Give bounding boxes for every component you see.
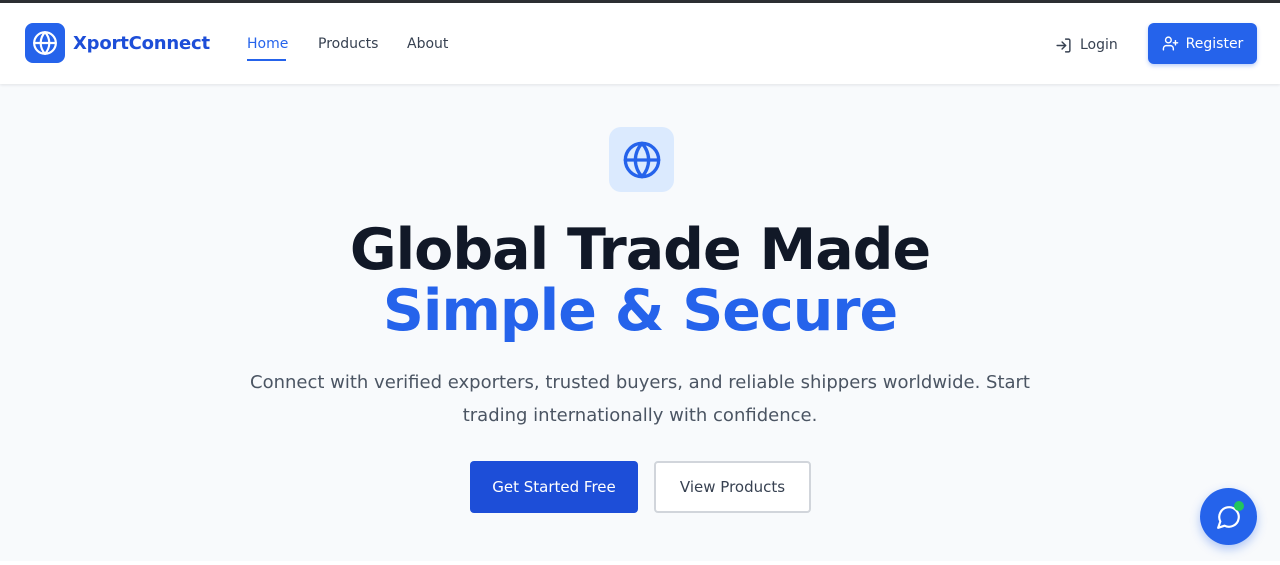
register-button[interactable]: Register bbox=[1148, 23, 1257, 64]
nav-link-home[interactable]: Home bbox=[247, 36, 288, 52]
brand-logo[interactable] bbox=[25, 23, 65, 63]
hero-subtitle: Connect with verified exporters, trusted… bbox=[250, 372, 1030, 426]
nav-active-indicator bbox=[247, 59, 286, 61]
register-label: Register bbox=[1185, 35, 1244, 52]
login-icon bbox=[1056, 37, 1071, 53]
nav-link-about[interactable]: About bbox=[407, 36, 448, 52]
brand-name[interactable]: XportConnect bbox=[73, 33, 210, 54]
hero-icon-badge bbox=[609, 127, 674, 192]
online-status-dot bbox=[1234, 501, 1244, 511]
login-button[interactable]: Login bbox=[1055, 35, 1118, 55]
chat-button[interactable] bbox=[1200, 488, 1257, 545]
globe-icon bbox=[623, 141, 660, 178]
hero-title-highlight: Simple & Secure bbox=[382, 278, 898, 344]
hero-title: Global Trade Made bbox=[349, 217, 931, 283]
view-products-button[interactable]: View Products bbox=[654, 461, 811, 513]
navbar: XportConnect Home Products About Login R… bbox=[0, 3, 1280, 84]
user-plus-icon bbox=[1162, 36, 1178, 51]
nav-link-products[interactable]: Products bbox=[318, 36, 378, 52]
section-divider bbox=[0, 561, 1280, 565]
login-label: Login bbox=[1080, 37, 1118, 53]
get-started-button[interactable]: Get Started Free bbox=[470, 461, 638, 513]
globe-icon bbox=[33, 31, 57, 55]
